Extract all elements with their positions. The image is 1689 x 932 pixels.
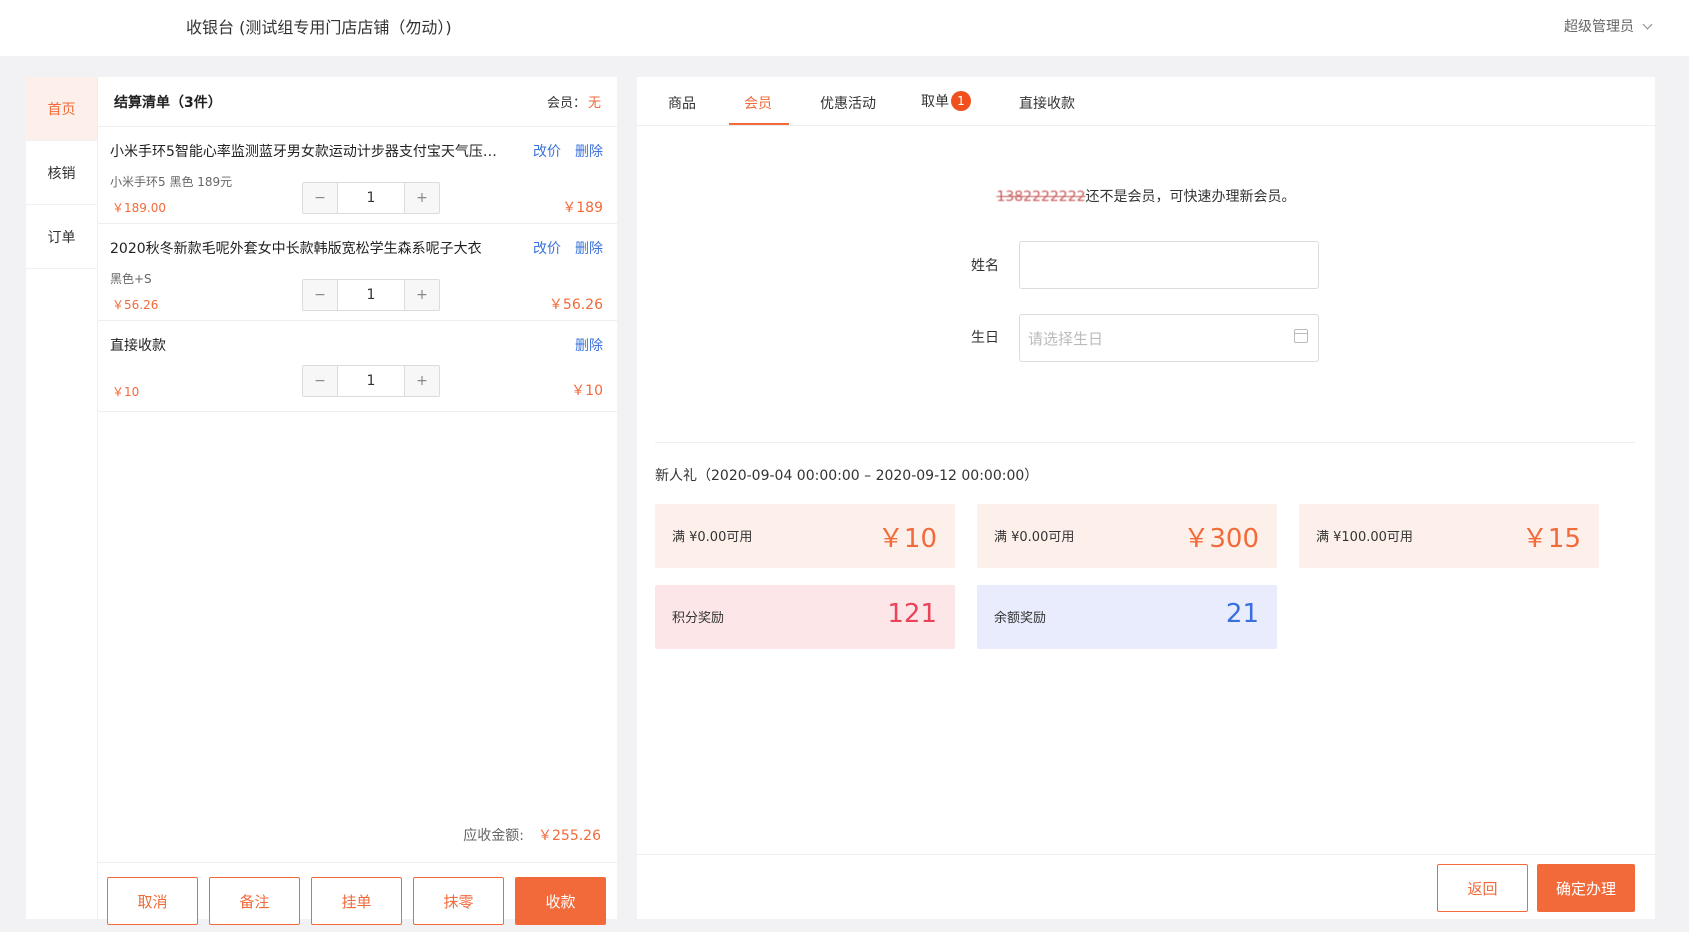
change-price-link[interactable]: 改价 [533,238,561,258]
item-name: 直接收款 [110,338,166,354]
cart-line-item: 直接收款 删除 ￥10 − 1 + ￥10 [98,321,617,412]
checkout-actions: 取消 备注 挂单 抹零 收款 [98,862,617,925]
increase-button[interactable]: + [405,366,439,396]
increase-button[interactable]: + [405,183,439,213]
tab-member[interactable]: 会员 [744,93,772,113]
increase-button[interactable]: + [405,280,439,310]
sidebar-item-home[interactable]: 首页 [26,77,97,141]
checkout-list: 结算清单（3件） 会员：无 小米手环5智能心率监测蓝牙男女款运动计步器支付宝天气… [98,77,617,925]
cart-line-item: 小米手环5智能心率监测蓝牙男女款运动计步器支付宝天气压力… 改价 删除 小米手环… [98,127,617,224]
cart-line-item: 2020秋冬新款毛呢外套女中长款韩版宽松学生森系呢子大衣 改价 删除 黑色+S … [98,224,617,321]
quantity-value[interactable]: 1 [337,366,405,396]
confirm-register-button[interactable]: 确定办理 [1537,864,1635,912]
active-tab-indicator [729,123,789,125]
item-total: ￥56.26 [548,297,603,313]
collect-payment-button[interactable]: 收款 [515,877,606,925]
coupon-card: 满 ¥0.00可用 ￥10 [655,504,955,568]
decrease-button[interactable]: − [303,366,337,396]
coupon-amount: ￥15 [1521,524,1581,554]
quantity-stepper: − 1 + [302,365,440,397]
tab-goods[interactable]: 商品 [668,93,696,113]
coupon-amount: ￥10 [877,524,937,554]
sidebar-item-orders[interactable]: 订单 [26,205,97,269]
member-panel: 商品 会员 优惠活动 取单 1 直接收款 1382222222还不是会员，可快速… [637,77,1655,919]
tab-pickup-label: 取单 [921,94,949,110]
member-status: 会员：无 [547,92,601,111]
receivable-amount: 应收金额: ￥255.26 [463,825,601,845]
user-name: 超级管理员 [1564,19,1634,35]
calendar-icon [1294,329,1308,343]
chevron-down-icon [1642,19,1653,29]
balance-reward-card: 余额奖励 21 [977,585,1277,649]
coupon-card: 满 ¥100.00可用 ￥15 [1299,504,1599,568]
side-nav: 首页 核销 订单 [26,77,98,919]
delete-link[interactable]: 删除 [575,238,603,258]
delete-link[interactable]: 删除 [575,335,603,355]
notice-text: 还不是会员，可快速办理新会员。 [1085,189,1296,205]
item-spec: 小米手环5 黑色 189元 [110,175,233,189]
remark-button[interactable]: 备注 [209,877,300,925]
round-off-button[interactable]: 抹零 [413,877,504,925]
birthday-picker[interactable]: 请选择生日 [1019,314,1319,362]
coupon-condition: 满 ¥100.00可用 [1316,530,1413,545]
name-label: 姓名 [971,258,999,274]
back-button[interactable]: 返回 [1437,864,1528,912]
sidebar-item-verify[interactable]: 核销 [26,141,97,205]
member-actions: 返回 确定办理 [637,854,1655,919]
item-name: 小米手环5智能心率监测蓝牙男女款运动计步器支付宝天气压力… [110,144,510,160]
checkout-title: 结算清单（3件） [114,94,222,111]
quantity-value[interactable]: 1 [337,280,405,310]
points-reward-value: 121 [887,599,937,629]
item-total: ￥10 [571,383,603,399]
item-name: 2020秋冬新款毛呢外套女中长款韩版宽松学生森系呢子大衣 [110,241,482,257]
coupon-card: 满 ¥0.00可用 ￥300 [977,504,1277,568]
quantity-value[interactable]: 1 [337,183,405,213]
hang-order-button[interactable]: 挂单 [311,877,402,925]
birthday-label: 生日 [971,330,999,346]
item-unit-price: ￥56.26 [112,298,159,312]
new-member-gift-title: 新人礼（2020-09-04 00:00:00 – 2020-09-12 00:… [655,468,1039,484]
item-unit-price: ￥189.00 [112,201,166,215]
receivable-label: 应收金额: [463,828,524,844]
checkout-header: 结算清单（3件） 会员：无 [98,77,617,127]
section-divider [655,442,1635,443]
user-menu[interactable]: 超级管理员 [1564,16,1653,36]
coupon-condition: 满 ¥0.00可用 [994,530,1075,545]
member-label: 会员： [546,96,586,111]
points-reward-label: 积分奖励 [672,611,725,626]
birthday-placeholder: 请选择生日 [1028,329,1104,348]
item-spec: 黑色+S [110,272,152,286]
masked-phone: 1382222222 [996,189,1086,205]
pickup-count-badge: 1 [951,91,971,111]
points-reward-card: 积分奖励 121 [655,585,955,649]
page-title: 收银台 (测试组专用门店店铺（勿动）) [186,18,452,37]
member-value[interactable]: 无 [588,96,601,111]
decrease-button[interactable]: − [303,280,337,310]
balance-reward-value: 21 [1225,599,1259,629]
quantity-stepper: − 1 + [302,182,440,214]
tab-bar: 商品 会员 优惠活动 取单 1 直接收款 [637,77,1655,126]
quantity-stepper: − 1 + [302,279,440,311]
cancel-button[interactable]: 取消 [107,877,198,925]
top-bar: 收银台 (测试组专用门店店铺（勿动）) 超级管理员 [0,0,1689,56]
receivable-value: ￥255.26 [538,828,601,844]
tab-pickup[interactable]: 取单 1 [921,91,971,111]
name-field[interactable] [1019,241,1319,289]
change-price-link[interactable]: 改价 [533,141,561,161]
item-total: ￥189 [562,200,603,216]
tab-promotions[interactable]: 优惠活动 [820,93,876,113]
decrease-button[interactable]: − [303,183,337,213]
item-unit-price: ￥10 [112,385,140,399]
coupon-condition: 满 ¥0.00可用 [672,530,753,545]
member-notice: 1382222222还不是会员，可快速办理新会员。 [637,186,1655,206]
tab-direct-payment[interactable]: 直接收款 [1019,93,1075,113]
coupon-amount: ￥300 [1183,524,1259,554]
balance-reward-label: 余额奖励 [994,611,1047,626]
delete-link[interactable]: 删除 [575,141,603,161]
